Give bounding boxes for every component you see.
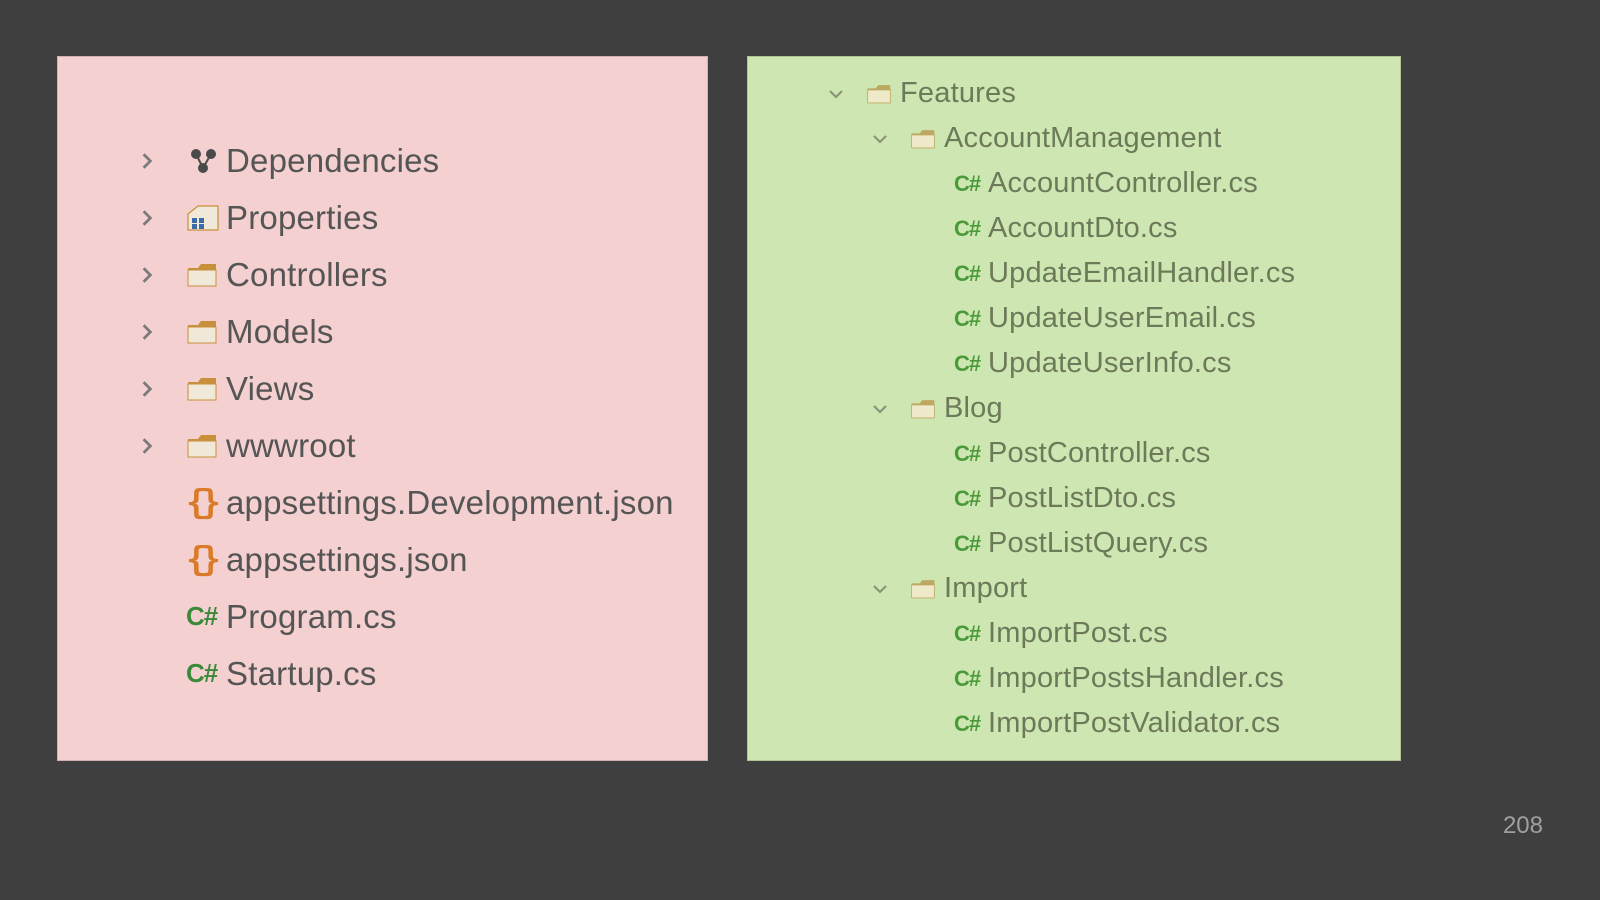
chevron-right-icon[interactable]	[136, 152, 158, 170]
chevron-down-icon[interactable]	[826, 86, 846, 102]
tree-label: appsettings.Development.json	[226, 484, 674, 522]
tree-label: Features	[900, 77, 1016, 110]
tree-item-file[interactable]: C# UpdateUserEmail.cs	[826, 296, 1380, 341]
chevron-right-icon[interactable]	[136, 437, 158, 455]
csharp-icon: C#	[954, 621, 984, 647]
tree-label: Properties	[226, 199, 378, 237]
tree-label: UpdateEmailHandler.cs	[988, 257, 1295, 290]
tree-label: ImportPostValidator.cs	[988, 707, 1280, 740]
folder-icon	[910, 128, 940, 150]
chevron-right-icon[interactable]	[136, 323, 158, 341]
right-tree-panel: Features AccountManagement C# AccountCon…	[747, 56, 1401, 761]
tree-item-file[interactable]: C# AccountDto.cs	[826, 206, 1380, 251]
tree-item-wwwroot[interactable]: wwwroot	[136, 417, 687, 474]
tree-item-views[interactable]: Views	[136, 360, 687, 417]
tree-label: Models	[226, 313, 334, 351]
tree-item-properties[interactable]: Properties	[136, 189, 687, 246]
tree-item-startup[interactable]: C# Startup.cs	[136, 645, 687, 702]
csharp-icon: C#	[954, 711, 984, 737]
properties-icon	[186, 204, 222, 232]
chevron-right-icon[interactable]	[136, 266, 158, 284]
tree-label: Controllers	[226, 256, 388, 294]
tree-label: appsettings.json	[226, 541, 468, 579]
tree-item-features[interactable]: Features	[826, 71, 1380, 116]
tree-item-appsettings[interactable]: {} appsettings.json	[136, 531, 687, 588]
csharp-icon: C#	[186, 601, 222, 632]
json-icon: {}	[186, 483, 222, 523]
tree-label: ImportPostsHandler.cs	[988, 662, 1284, 695]
tree-label: wwwroot	[226, 427, 356, 465]
tree-label: AccountDto.cs	[988, 212, 1178, 245]
tree-item-file[interactable]: C# PostListDto.cs	[826, 476, 1380, 521]
chevron-right-icon[interactable]	[136, 209, 158, 227]
tree-label: AccountController.cs	[988, 167, 1258, 200]
csharp-icon: C#	[954, 666, 984, 692]
tree-label: Import	[944, 572, 1027, 605]
tree-item-account-management[interactable]: AccountManagement	[826, 116, 1380, 161]
chevron-down-icon[interactable]	[870, 401, 890, 417]
folder-icon	[866, 83, 896, 105]
tree-item-dependencies[interactable]: Dependencies	[136, 132, 687, 189]
tree-item-controllers[interactable]: Controllers	[136, 246, 687, 303]
tree-label: Views	[226, 370, 314, 408]
tree-item-file[interactable]: C# AccountController.cs	[826, 161, 1380, 206]
csharp-icon: C#	[954, 171, 984, 197]
folder-icon	[186, 262, 222, 288]
left-tree-panel: Dependencies Properties Controllers	[57, 56, 708, 761]
folder-icon	[910, 578, 940, 600]
tree-item-file[interactable]: C# UpdateEmailHandler.cs	[826, 251, 1380, 296]
tree-item-file[interactable]: C# ImportPostsHandler.cs	[826, 656, 1380, 701]
dependencies-icon	[186, 146, 222, 176]
tree-label: PostListDto.cs	[988, 482, 1176, 515]
tree-item-appsettings-dev[interactable]: {} appsettings.Development.json	[136, 474, 687, 531]
page-number: 208	[1503, 812, 1543, 840]
csharp-icon: C#	[954, 486, 984, 512]
tree-item-file[interactable]: C# ImportPostValidator.cs	[826, 701, 1380, 746]
tree-label: PostController.cs	[988, 437, 1211, 470]
tree-item-blog[interactable]: Blog	[826, 386, 1380, 431]
csharp-icon: C#	[954, 306, 984, 332]
csharp-icon: C#	[954, 216, 984, 242]
tree-item-import[interactable]: Import	[826, 566, 1380, 611]
chevron-right-icon[interactable]	[136, 380, 158, 398]
tree-label: Startup.cs	[226, 655, 377, 693]
tree-label: UpdateUserEmail.cs	[988, 302, 1256, 335]
csharp-icon: C#	[186, 658, 222, 689]
csharp-icon: C#	[954, 261, 984, 287]
tree-item-models[interactable]: Models	[136, 303, 687, 360]
chevron-down-icon[interactable]	[870, 581, 890, 597]
tree-label: PostListQuery.cs	[988, 527, 1208, 560]
tree-label: Blog	[944, 392, 1003, 425]
tree-item-file[interactable]: C# ImportPost.cs	[826, 611, 1380, 656]
tree-label: Dependencies	[226, 142, 439, 180]
tree-label: AccountManagement	[944, 122, 1221, 155]
tree-item-file[interactable]: C# PostController.cs	[826, 431, 1380, 476]
folder-icon	[910, 398, 940, 420]
chevron-down-icon[interactable]	[870, 131, 890, 147]
folder-icon	[186, 376, 222, 402]
tree-item-file[interactable]: C# UpdateUserInfo.cs	[826, 341, 1380, 386]
csharp-icon: C#	[954, 441, 984, 467]
csharp-icon: C#	[954, 351, 984, 377]
tree-item-file[interactable]: C# PostListQuery.cs	[826, 521, 1380, 566]
tree-label: UpdateUserInfo.cs	[988, 347, 1232, 380]
tree-label: ImportPost.cs	[988, 617, 1168, 650]
json-icon: {}	[186, 540, 222, 580]
tree-item-program[interactable]: C# Program.cs	[136, 588, 687, 645]
csharp-icon: C#	[954, 531, 984, 557]
folder-icon	[186, 319, 222, 345]
folder-icon	[186, 433, 222, 459]
tree-label: Program.cs	[226, 598, 397, 636]
